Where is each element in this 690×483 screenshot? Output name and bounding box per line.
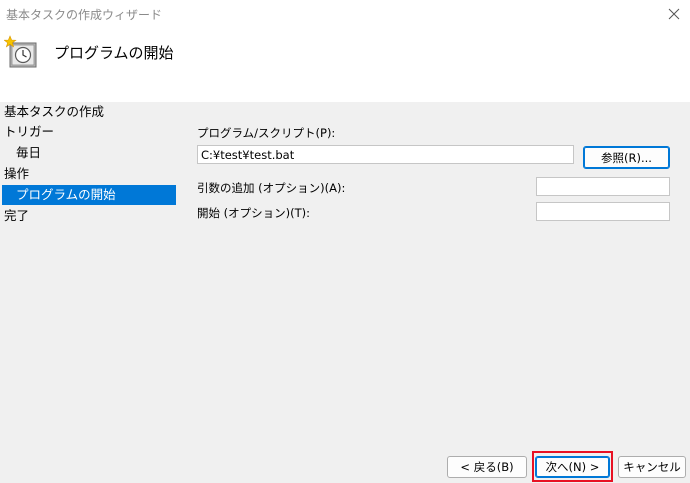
title-bar: 基本タスクの作成ウィザード bbox=[0, 0, 690, 28]
clock-icon bbox=[4, 35, 37, 68]
start-in-input[interactable] bbox=[536, 202, 670, 221]
arguments-input[interactable] bbox=[536, 177, 670, 196]
step-start-program[interactable]: プログラムの開始 bbox=[2, 185, 176, 205]
start-in-label: 開始 (オプション)(T): bbox=[197, 206, 311, 220]
program-script-input[interactable] bbox=[197, 145, 574, 164]
step-label: 毎日 bbox=[16, 145, 42, 160]
step-action[interactable]: 操作 bbox=[4, 164, 29, 184]
wizard-content: 基本タスクの作成 トリガー 毎日 操作 プログラムの開始 完了 プログラム/スク… bbox=[0, 102, 690, 483]
cancel-button[interactable]: キャンセル bbox=[618, 456, 686, 478]
step-trigger[interactable]: トリガー bbox=[4, 122, 54, 142]
back-button[interactable]: < 戻る(B) bbox=[447, 456, 527, 478]
step-label: 基本タスクの作成 bbox=[4, 104, 105, 119]
back-button-label: < 戻る(B) bbox=[460, 460, 514, 474]
arguments-label: 引数の追加 (オプション)(A): bbox=[197, 181, 346, 195]
program-script-label: プログラム/スクリプト(P): bbox=[197, 126, 336, 140]
step-label: 操作 bbox=[4, 166, 30, 181]
browse-button[interactable]: 参照(R)... bbox=[583, 146, 670, 169]
highlight-box bbox=[532, 451, 613, 482]
step-label: トリガー bbox=[4, 124, 55, 139]
step-label: プログラムの開始 bbox=[16, 187, 116, 202]
window-title: 基本タスクの作成ウィザード bbox=[6, 8, 163, 22]
cancel-button-label: キャンセル bbox=[623, 460, 681, 474]
step-finish[interactable]: 完了 bbox=[4, 206, 29, 226]
step-label: 完了 bbox=[4, 208, 30, 223]
close-button[interactable] bbox=[662, 2, 686, 26]
close-icon bbox=[668, 8, 680, 20]
step-daily[interactable]: 毎日 bbox=[16, 143, 41, 163]
page-title: プログラムの開始 bbox=[54, 44, 174, 62]
step-create-basic-task[interactable]: 基本タスクの作成 bbox=[4, 102, 104, 122]
browse-button-label: 参照(R)... bbox=[601, 150, 652, 165]
wizard-header: プログラムの開始 bbox=[0, 28, 690, 102]
